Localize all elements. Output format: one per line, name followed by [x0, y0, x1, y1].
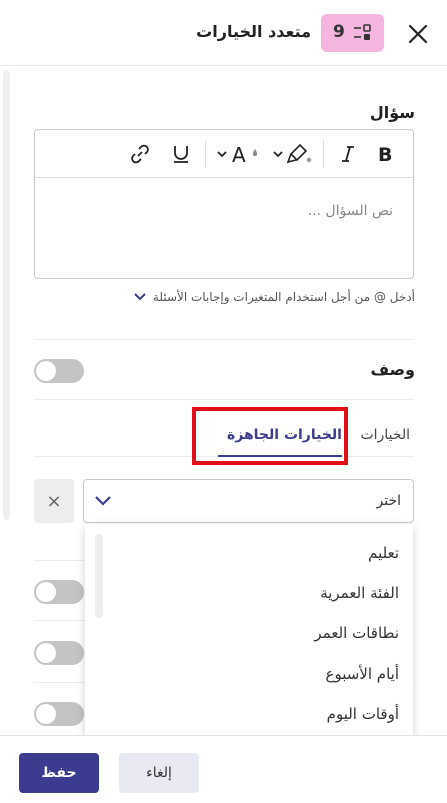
header-title: متعدد الخيارات [196, 22, 311, 41]
toggle-knob [36, 361, 56, 381]
question-editor[interactable]: B A نص السؤال ... [34, 129, 414, 279]
link-icon[interactable] [127, 141, 153, 167]
italic-icon[interactable] [335, 141, 361, 167]
dropdown-option[interactable]: أوقات اليوم [327, 705, 399, 723]
dropdown-option[interactable]: تعليم [368, 544, 399, 562]
dropdown-option[interactable]: الفئة العمرية [320, 584, 399, 602]
underline-icon[interactable] [168, 141, 194, 167]
svg-text:A: A [232, 143, 246, 165]
divider [34, 399, 414, 400]
panel-header: 9 متعدد الخيارات [0, 0, 447, 66]
editor-toolbar: B A [35, 130, 413, 178]
clear-icon: × [46, 490, 62, 512]
question-type-count: 9 [333, 22, 345, 42]
option-toggle[interactable] [34, 702, 84, 726]
dropdown-scrollbar[interactable] [95, 534, 103, 618]
annotation-highlight [192, 407, 348, 465]
question-type-badge: 9 [321, 14, 384, 52]
divider [34, 339, 414, 340]
toolbar-separator [205, 140, 206, 168]
text-color-icon[interactable]: A [215, 141, 265, 167]
toggle-knob [36, 582, 56, 602]
highlight-color-icon[interactable] [271, 141, 315, 167]
dropdown-option[interactable]: أيام الأسبوع [326, 665, 399, 683]
dropdown-option[interactable]: نطاقات العمر [314, 624, 399, 642]
tab-options[interactable]: الخيارات [360, 427, 410, 443]
clear-selection-button[interactable]: × [34, 479, 74, 523]
description-toggle[interactable] [34, 359, 84, 383]
question-label: سؤال [369, 103, 415, 122]
description-label: وصف [370, 360, 415, 379]
svg-text:B: B [378, 145, 392, 163]
panel-footer: حفظ إلغاء [0, 735, 447, 803]
option-toggle[interactable] [34, 641, 84, 665]
editor-placeholder: نص السؤال ... [307, 203, 393, 219]
close-icon[interactable] [405, 21, 431, 47]
variables-hint[interactable]: أدخل @ من أجل استخدام المتغيرات وإجابات … [133, 290, 415, 304]
cancel-button[interactable]: إلغاء [119, 753, 199, 793]
toggle-knob [36, 704, 56, 724]
save-button[interactable]: حفظ [19, 753, 99, 793]
chevron-down-icon [95, 496, 111, 506]
select-value: اختر [376, 493, 402, 509]
bold-icon[interactable]: B [373, 141, 399, 167]
variables-hint-text: أدخل @ من أجل استخدام المتغيرات وإجابات … [152, 290, 415, 304]
option-toggle[interactable] [34, 580, 84, 604]
panel-scrollbar[interactable] [3, 70, 10, 520]
toggle-knob [36, 643, 56, 663]
chevron-down-icon [134, 293, 146, 301]
multiple-choice-icon [354, 24, 371, 40]
ready-options-select[interactable]: اختر [83, 479, 414, 523]
toolbar-separator [323, 140, 324, 168]
select-dropdown: تعليم الفئة العمرية نطاقات العمر أيام ال… [85, 524, 413, 738]
